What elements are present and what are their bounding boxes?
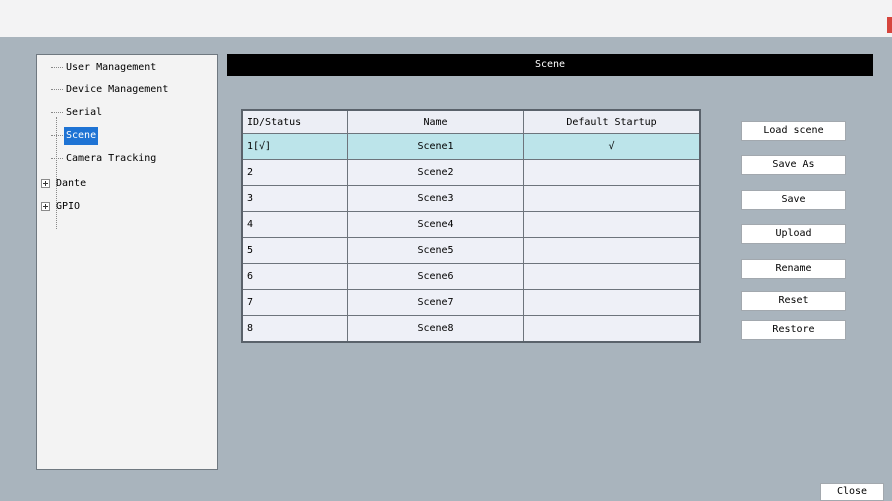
cell-default-startup: [523, 237, 701, 264]
cell-name: Scene8: [347, 315, 524, 343]
tree-branch-line: [51, 134, 63, 136]
column-header-id-status[interactable]: ID/Status: [241, 109, 348, 134]
cell-name: Scene1: [347, 133, 524, 160]
tree-branch-line: [51, 66, 63, 68]
save-as-button[interactable]: Save As: [741, 155, 846, 175]
cell-id-status: 5: [241, 237, 348, 264]
tree-branch-line: [51, 111, 63, 113]
cell-default-startup: [523, 185, 701, 212]
tree-branch-line: [51, 157, 63, 159]
tree-item-label: User Management: [66, 62, 157, 73]
scene-table: ID/Status Name Default Startup 1[√] Scen…: [241, 109, 701, 343]
table-row[interactable]: 4 Scene4: [241, 211, 701, 238]
cell-default-startup: [523, 159, 701, 186]
window-close-icon[interactable]: [887, 17, 892, 33]
cell-name: Scene7: [347, 289, 524, 316]
table-row[interactable]: 2 Scene2: [241, 159, 701, 186]
tree-item-gpio[interactable]: GPIO: [41, 198, 82, 216]
cell-id-status: 3: [241, 185, 348, 212]
cell-default-startup: √: [523, 133, 701, 160]
tree-item-dante[interactable]: Dante: [41, 175, 88, 193]
column-header-default-startup[interactable]: Default Startup: [523, 109, 701, 134]
tree-item-user-management[interactable]: User Management: [51, 59, 158, 77]
cell-name: Scene3: [347, 185, 524, 212]
cell-default-startup: [523, 211, 701, 238]
cell-id-status: 6: [241, 263, 348, 290]
tree-branch-line: [51, 88, 63, 90]
tree-item-camera-tracking[interactable]: Camera Tracking: [51, 150, 158, 168]
save-button[interactable]: Save: [741, 190, 846, 210]
table-row[interactable]: 6 Scene6: [241, 263, 701, 290]
cell-name: Scene4: [347, 211, 524, 238]
close-button[interactable]: Close: [820, 483, 884, 501]
table-header-row: ID/Status Name Default Startup: [241, 109, 701, 134]
tree-item-label: Camera Tracking: [66, 153, 157, 164]
tree-item-label: Scene: [64, 127, 99, 145]
cell-id-status: 8: [241, 315, 348, 343]
table-row[interactable]: 8 Scene8: [241, 315, 701, 343]
table-row[interactable]: 5 Scene5: [241, 237, 701, 264]
upload-button[interactable]: Upload: [741, 224, 846, 244]
cell-id-status: 1[√]: [241, 133, 348, 160]
tree-item-label: Device Management: [66, 84, 169, 95]
tree-item-label: Dante: [56, 178, 87, 189]
expand-plus-icon[interactable]: [41, 178, 50, 188]
rename-button[interactable]: Rename: [741, 259, 846, 279]
tree-item-label: GPIO: [56, 201, 81, 212]
cell-default-startup: [523, 263, 701, 290]
load-scene-button[interactable]: Load scene: [741, 121, 846, 141]
cell-id-status: 7: [241, 289, 348, 316]
cell-id-status: 2: [241, 159, 348, 186]
table-row[interactable]: 7 Scene7: [241, 289, 701, 316]
navigation-tree: User Management Device Management Serial…: [36, 54, 218, 470]
cell-default-startup: [523, 315, 701, 343]
cell-default-startup: [523, 289, 701, 316]
cell-name: Scene5: [347, 237, 524, 264]
reset-button[interactable]: Reset: [741, 291, 846, 311]
tree-item-serial[interactable]: Serial: [51, 104, 104, 122]
restore-button[interactable]: Restore: [741, 320, 846, 340]
title-bar: [0, 0, 892, 37]
tree-item-label: Serial: [66, 107, 103, 118]
column-header-name[interactable]: Name: [347, 109, 524, 134]
tree-item-device-management[interactable]: Device Management: [51, 81, 170, 99]
tree-item-scene[interactable]: Scene: [51, 127, 99, 145]
cell-id-status: 4: [241, 211, 348, 238]
table-row[interactable]: 3 Scene3: [241, 185, 701, 212]
expand-plus-icon[interactable]: [41, 201, 50, 211]
panel-title: Scene: [227, 54, 873, 76]
cell-name: Scene6: [347, 263, 524, 290]
table-row[interactable]: 1[√] Scene1 √: [241, 133, 701, 160]
cell-name: Scene2: [347, 159, 524, 186]
